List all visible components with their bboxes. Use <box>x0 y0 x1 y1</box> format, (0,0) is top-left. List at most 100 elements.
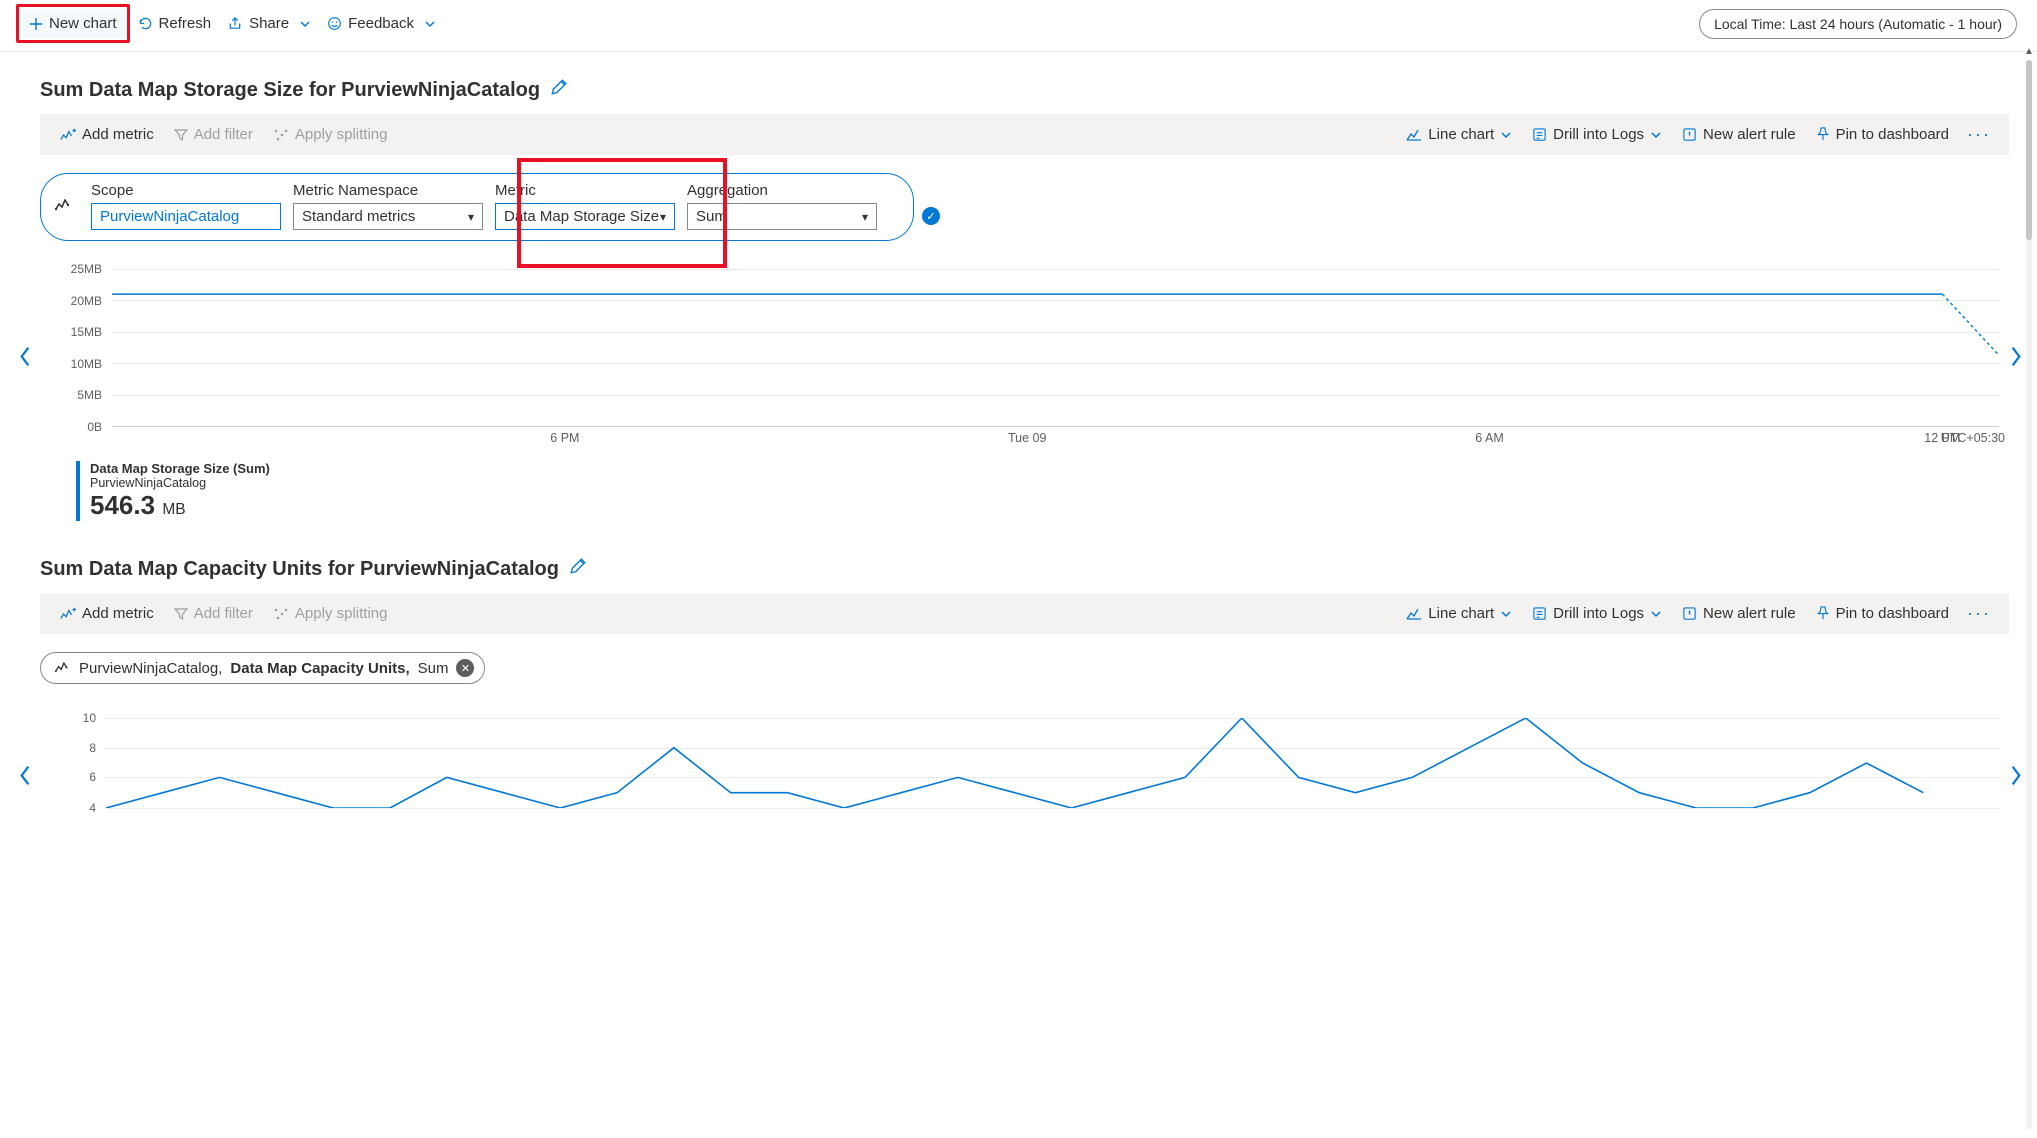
overflow-menu-button[interactable]: ··· <box>1961 603 1997 624</box>
y-tick: 6 <box>89 770 96 784</box>
chip-remove-button[interactable]: ✕ <box>456 659 474 677</box>
chip-scope: PurviewNinjaCatalog, <box>79 660 222 677</box>
feedback-label: Feedback <box>348 15 414 32</box>
namespace-value: Standard metrics <box>302 208 415 225</box>
line-chart-icon <box>1406 607 1422 621</box>
metric-field: Metric Data Map Storage Size ▾ <box>495 182 675 230</box>
edit-title-icon[interactable] <box>569 557 587 581</box>
chart2-metric-chip[interactable]: PurviewNinjaCatalog, Data Map Capacity U… <box>40 652 485 684</box>
add-metric-button[interactable]: Add metric <box>52 122 162 147</box>
pin-icon <box>1816 606 1830 621</box>
y-tick: 8 <box>89 741 96 755</box>
logs-icon <box>1532 606 1547 621</box>
chevron-down-icon <box>299 18 311 30</box>
y-tick: 10 <box>83 711 96 725</box>
drill-logs-label: Drill into Logs <box>1553 126 1644 143</box>
highlight-new-chart: New chart <box>16 4 130 43</box>
legend-metric-name: Data Map Storage Size (Sum) <box>90 461 270 476</box>
chevron-down-icon <box>1500 608 1512 620</box>
chart2-plot: 10 8 6 4 <box>40 718 2009 808</box>
aggregation-field: Aggregation Sum ▾ <box>687 182 877 230</box>
logs-icon <box>1532 127 1547 142</box>
metric-selector-pill: Scope PurviewNinjaCatalog Metric Namespa… <box>40 173 914 241</box>
scope-value-button[interactable]: PurviewNinjaCatalog <box>91 203 281 230</box>
chart2-line <box>106 718 1999 808</box>
chart-type-button[interactable]: Line chart <box>1398 601 1520 626</box>
edit-title-icon[interactable] <box>550 78 568 102</box>
y-tick: 0B <box>87 420 102 434</box>
new-chart-button[interactable]: New chart <box>21 9 125 38</box>
metric-label: Metric <box>495 182 675 199</box>
chart1-legend[interactable]: Data Map Storage Size (Sum) PurviewNinja… <box>76 461 2009 521</box>
share-label: Share <box>249 15 289 32</box>
scope-label: Scope <box>91 182 281 199</box>
chip-agg: Sum <box>418 660 449 677</box>
chevron-down-icon <box>1650 608 1662 620</box>
add-metric-label: Add metric <box>82 605 154 622</box>
drill-logs-button[interactable]: Drill into Logs <box>1524 122 1670 147</box>
new-chart-label: New chart <box>49 15 117 32</box>
add-filter-label: Add filter <box>194 126 253 143</box>
chart1-plot: 25MB 20MB 15MB 10MB 5MB 0B 6 PM <box>40 269 2009 449</box>
legend-unit: MB <box>162 501 185 518</box>
aggregation-select[interactable]: Sum ▾ <box>687 203 877 230</box>
new-alert-button[interactable]: New alert rule <box>1674 601 1804 626</box>
metric-value: Data Map Storage Size <box>504 208 659 225</box>
add-metric-label: Add metric <box>82 126 154 143</box>
chart2-command-bar: Add metric Add filter Apply splitting Li… <box>40 593 2009 634</box>
feedback-button[interactable]: Feedback <box>319 9 444 38</box>
chart1-plot-area[interactable] <box>112 269 1999 427</box>
add-filter-button[interactable]: Add filter <box>166 122 261 147</box>
selector-confirm-badge[interactable]: ✓ <box>922 207 940 225</box>
add-filter-button[interactable]: Add filter <box>166 601 261 626</box>
chart1-command-bar: Add metric Add filter Apply splitting Li… <box>40 114 2009 155</box>
refresh-button[interactable]: Refresh <box>130 9 220 38</box>
drill-logs-label: Drill into Logs <box>1553 605 1644 622</box>
plus-icon <box>29 17 43 31</box>
pin-dashboard-button[interactable]: Pin to dashboard <box>1808 122 1957 147</box>
time-range-label: Local Time: Last 24 hours (Automatic - 1… <box>1714 16 2002 32</box>
aggregation-value: Sum <box>696 208 727 225</box>
splitting-icon <box>273 128 289 142</box>
scope-value: PurviewNinjaCatalog <box>100 208 239 225</box>
add-metric-button[interactable]: Add metric <box>52 601 162 626</box>
apply-splitting-button[interactable]: Apply splitting <box>265 601 396 626</box>
chevron-down-icon: ▾ <box>660 210 666 224</box>
pin-icon <box>1816 127 1830 142</box>
prev-chart-button[interactable] <box>14 759 36 798</box>
chart2-title: Sum Data Map Capacity Units for PurviewN… <box>40 558 559 581</box>
x-tick: 6 AM <box>1475 431 1504 445</box>
y-tick: 25MB <box>71 262 102 276</box>
chart-type-button[interactable]: Line chart <box>1398 122 1520 147</box>
aggregation-label: Aggregation <box>687 182 877 199</box>
add-metric-icon <box>60 607 76 621</box>
add-metric-icon <box>60 128 76 142</box>
chip-metric: Data Map Capacity Units, <box>230 660 409 677</box>
apply-splitting-button[interactable]: Apply splitting <box>265 122 396 147</box>
metric-select[interactable]: Data Map Storage Size ▾ <box>495 203 675 230</box>
share-icon <box>227 16 243 31</box>
namespace-select[interactable]: Standard metrics ▾ <box>293 203 483 230</box>
share-button[interactable]: Share <box>219 9 319 38</box>
overflow-menu-button[interactable]: ··· <box>1961 124 1997 145</box>
chevron-down-icon <box>1500 129 1512 141</box>
prev-chart-button[interactable] <box>14 340 36 379</box>
chart-type-label: Line chart <box>1428 126 1494 143</box>
refresh-label: Refresh <box>159 15 212 32</box>
pin-dashboard-button[interactable]: Pin to dashboard <box>1808 601 1957 626</box>
chart2-y-axis: 10 8 6 4 <box>40 718 100 808</box>
drill-logs-button[interactable]: Drill into Logs <box>1524 601 1670 626</box>
metric-series-icon <box>55 182 79 214</box>
new-alert-button[interactable]: New alert rule <box>1674 122 1804 147</box>
chevron-down-icon <box>1650 129 1662 141</box>
legend-value: 546.3 <box>90 490 155 520</box>
time-range-button[interactable]: Local Time: Last 24 hours (Automatic - 1… <box>1699 9 2017 39</box>
y-tick: 4 <box>89 801 96 815</box>
alert-icon <box>1682 606 1697 621</box>
x-tick: 6 PM <box>550 431 579 445</box>
namespace-label: Metric Namespace <box>293 182 483 199</box>
chart1-y-axis: 25MB 20MB 15MB 10MB 5MB 0B <box>40 269 106 427</box>
chart2-plot-area[interactable] <box>106 718 1999 808</box>
filter-icon <box>174 607 188 621</box>
smiley-icon <box>327 16 342 31</box>
